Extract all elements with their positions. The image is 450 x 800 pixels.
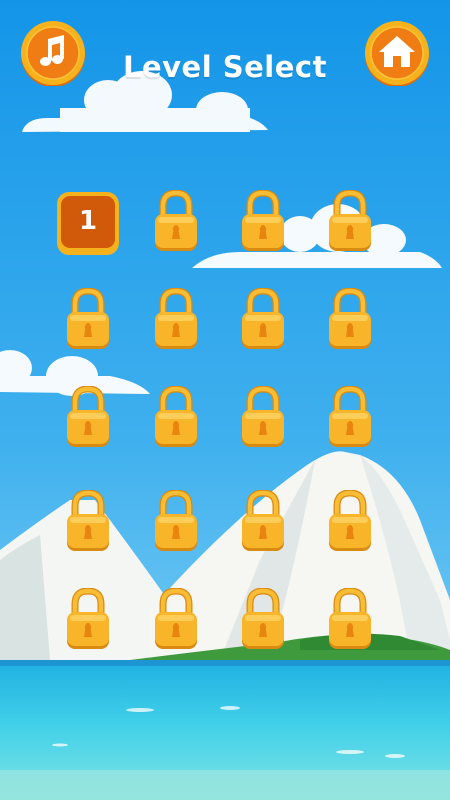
level-tile-locked[interactable] bbox=[66, 386, 110, 448]
padlock-icon bbox=[242, 190, 284, 251]
level-tile-locked[interactable] bbox=[328, 386, 372, 448]
padlock-icon bbox=[329, 588, 371, 649]
level-tile-locked[interactable] bbox=[328, 190, 372, 252]
level-tile-locked[interactable] bbox=[154, 288, 198, 350]
level-tile-locked[interactable] bbox=[154, 588, 198, 650]
padlock-icon bbox=[67, 490, 109, 551]
level-tile-locked[interactable] bbox=[241, 490, 285, 552]
padlock-icon bbox=[329, 288, 371, 349]
padlock-icon bbox=[155, 588, 197, 649]
level-tile-locked[interactable] bbox=[328, 288, 372, 350]
level-number: 1 bbox=[78, 206, 98, 236]
padlock-icon bbox=[67, 588, 109, 649]
level-tile-locked[interactable] bbox=[66, 288, 110, 350]
level-tile-locked[interactable] bbox=[241, 190, 285, 252]
level-tile-locked[interactable] bbox=[154, 386, 198, 448]
padlock-icon bbox=[155, 190, 197, 251]
level-tile-locked[interactable] bbox=[154, 490, 198, 552]
padlock-icon bbox=[329, 190, 371, 251]
level-tile-locked[interactable] bbox=[328, 490, 372, 552]
padlock-icon bbox=[329, 490, 371, 551]
padlock-icon bbox=[242, 490, 284, 551]
level-tile-locked[interactable] bbox=[154, 190, 198, 252]
padlock-icon bbox=[155, 386, 197, 447]
level-tile-locked[interactable] bbox=[241, 386, 285, 448]
level-tile-locked[interactable] bbox=[66, 490, 110, 552]
padlock-icon bbox=[242, 386, 284, 447]
level-tile[interactable]: 1 bbox=[55, 190, 121, 256]
level-tile-locked[interactable] bbox=[241, 588, 285, 650]
level-tile-locked[interactable] bbox=[241, 288, 285, 350]
padlock-icon bbox=[155, 490, 197, 551]
level-select-screen: Level Select 1 bbox=[0, 0, 450, 800]
padlock-icon bbox=[67, 288, 109, 349]
padlock-icon bbox=[242, 288, 284, 349]
padlock-icon bbox=[329, 386, 371, 447]
level-tile-locked[interactable] bbox=[328, 588, 372, 650]
padlock-icon bbox=[242, 588, 284, 649]
level-tile-locked[interactable] bbox=[66, 588, 110, 650]
padlock-icon bbox=[67, 386, 109, 447]
level-grid: 1 bbox=[0, 0, 450, 800]
padlock-icon bbox=[155, 288, 197, 349]
